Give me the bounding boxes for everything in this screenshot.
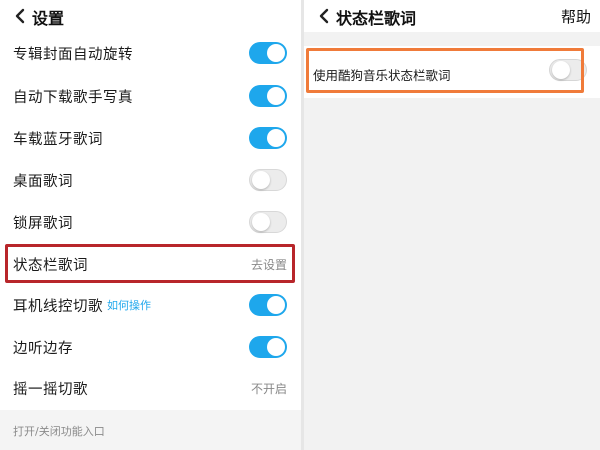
- setting-shake-switch[interactable]: 摇一摇切歌 不开启: [0, 367, 301, 409]
- toggle-switch[interactable]: [249, 127, 287, 149]
- setting-listen-and-save[interactable]: 边听边存: [0, 326, 301, 368]
- chevron-left-icon[interactable]: [314, 6, 334, 26]
- toggle-switch[interactable]: [249, 211, 287, 233]
- setting-label: 边听边存: [13, 340, 73, 357]
- toggle-knob: [252, 213, 270, 231]
- toggle-knob: [267, 44, 285, 62]
- statusbar-lyrics-panel: 状态栏歌词 帮助 使用酷狗音乐状态栏歌词: [304, 0, 600, 450]
- page-title: 状态栏歌词: [336, 9, 417, 28]
- toggle-knob: [267, 87, 285, 105]
- section-footer-text: 打开/关闭功能入口: [13, 425, 105, 438]
- statusbar-lyrics-option[interactable]: 使用酷狗音乐状态栏歌词: [304, 46, 600, 98]
- setting-value: 不开启: [250, 381, 287, 396]
- chevron-left-icon[interactable]: [10, 6, 30, 26]
- setting-label: 锁屏歌词: [13, 215, 73, 232]
- setting-label: 摇一摇切歌: [13, 381, 88, 398]
- highlight-box: [5, 244, 295, 283]
- settings-panel: 设置 专辑封面自动旋转 自动下载歌手写真 车载蓝牙歌词 桌面歌词 锁屏歌词 状态…: [0, 0, 301, 450]
- setting-headset-control[interactable]: 耳机线控切歌 如何操作: [0, 284, 301, 326]
- setting-label: 桌面歌词: [13, 173, 73, 190]
- settings-header: 设置: [0, 0, 301, 32]
- toggle-switch[interactable]: [249, 336, 287, 358]
- setting-car-bluetooth-lyrics[interactable]: 车载蓝牙歌词: [0, 117, 301, 159]
- toggle-knob: [267, 129, 285, 147]
- toggle-knob: [267, 338, 285, 356]
- setting-desktop-lyrics[interactable]: 桌面歌词: [0, 159, 301, 201]
- toggle-switch[interactable]: [249, 42, 287, 64]
- setting-lockscreen-lyrics[interactable]: 锁屏歌词: [0, 201, 301, 243]
- setting-label: 车载蓝牙歌词: [13, 131, 103, 148]
- highlight-box: [306, 48, 584, 93]
- toggle-switch[interactable]: [249, 169, 287, 191]
- how-to-link[interactable]: 如何操作: [107, 297, 151, 313]
- help-button[interactable]: 帮助: [561, 6, 591, 27]
- statusbar-lyrics-header: 状态栏歌词 帮助: [304, 0, 600, 32]
- toggle-knob: [267, 296, 285, 314]
- toggle-switch[interactable]: [249, 294, 287, 316]
- toggle-switch[interactable]: [249, 85, 287, 107]
- setting-download-artist-photo[interactable]: 自动下载歌手写真: [0, 75, 301, 117]
- page-title: 设置: [32, 9, 65, 28]
- setting-label: 自动下载歌手写真: [13, 89, 133, 106]
- setting-album-rotate[interactable]: 专辑封面自动旋转: [0, 32, 301, 74]
- setting-label: 耳机线控切歌: [13, 298, 103, 315]
- setting-label: 专辑封面自动旋转: [13, 46, 133, 63]
- toggle-knob: [252, 171, 270, 189]
